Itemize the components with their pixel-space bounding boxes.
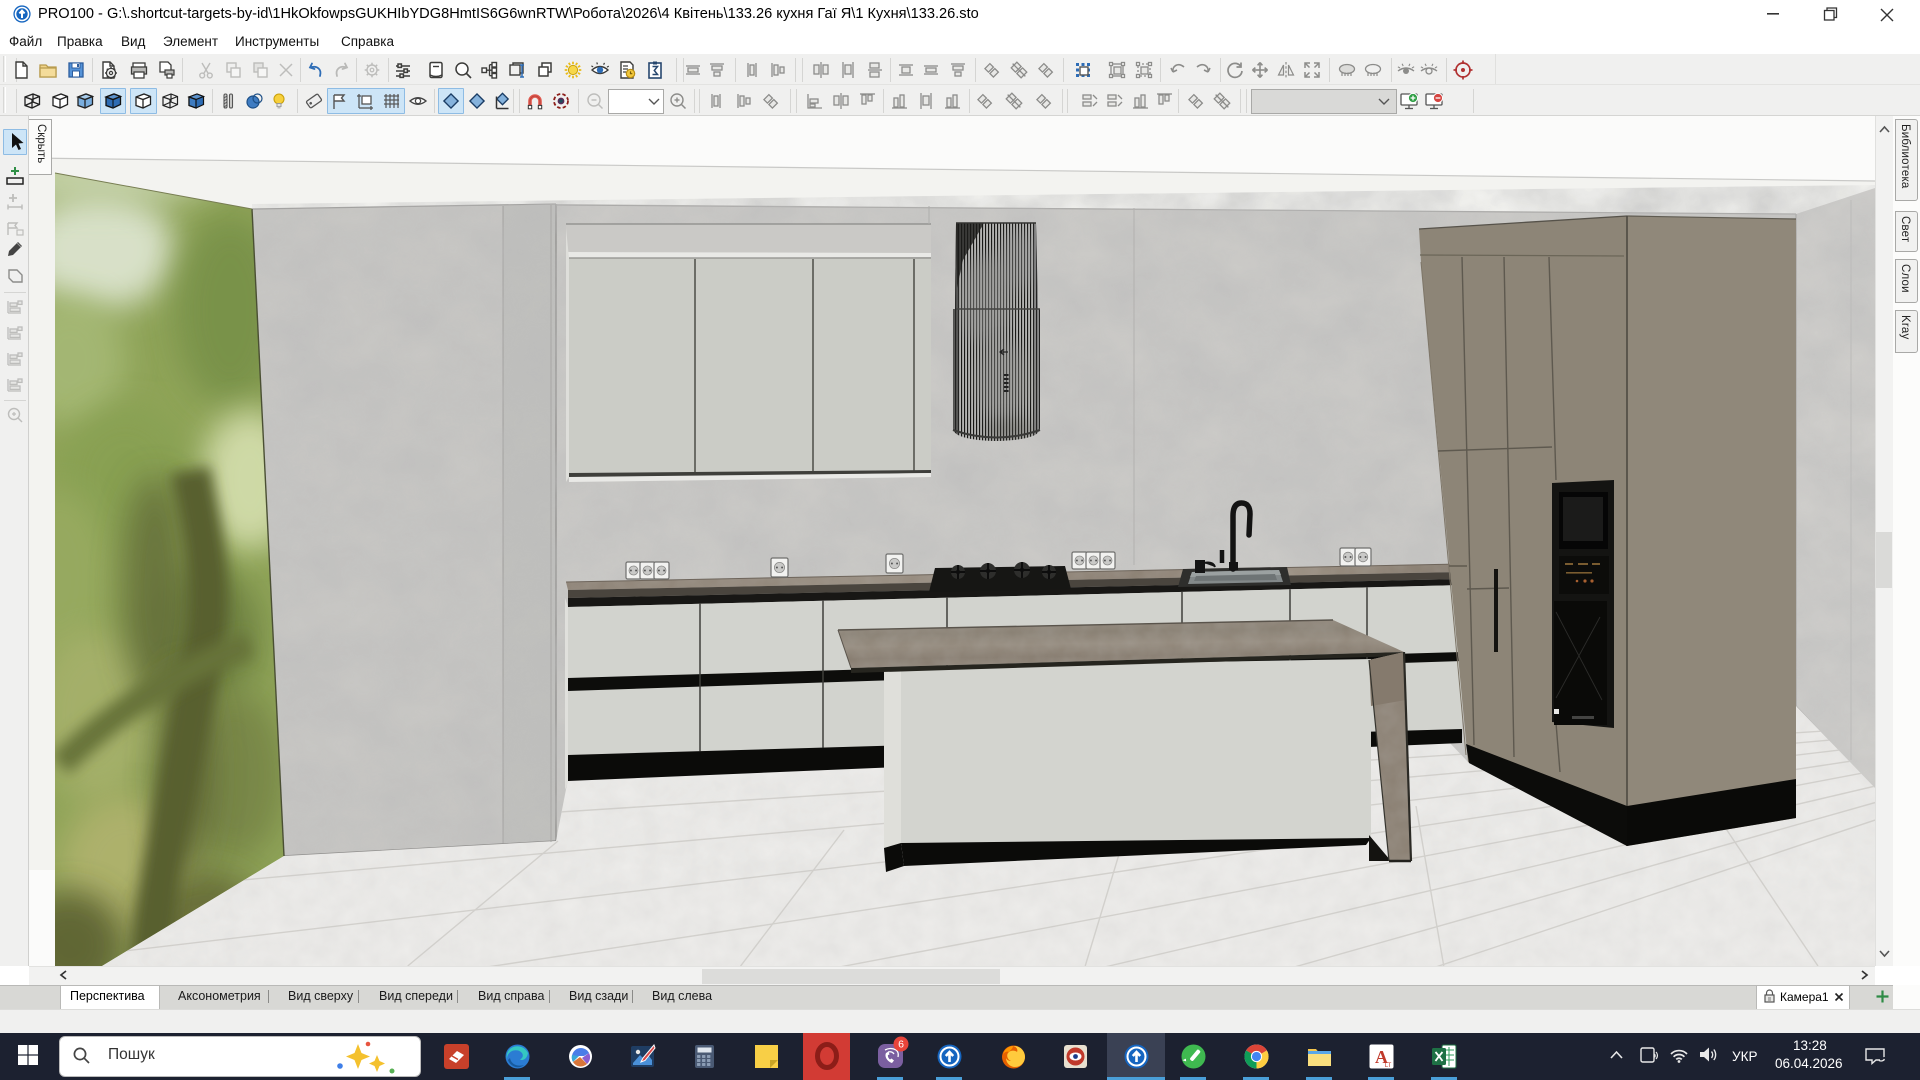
svg-text:LT: LT <box>1385 1063 1392 1069</box>
svg-text:6: 6 <box>898 1038 904 1050</box>
